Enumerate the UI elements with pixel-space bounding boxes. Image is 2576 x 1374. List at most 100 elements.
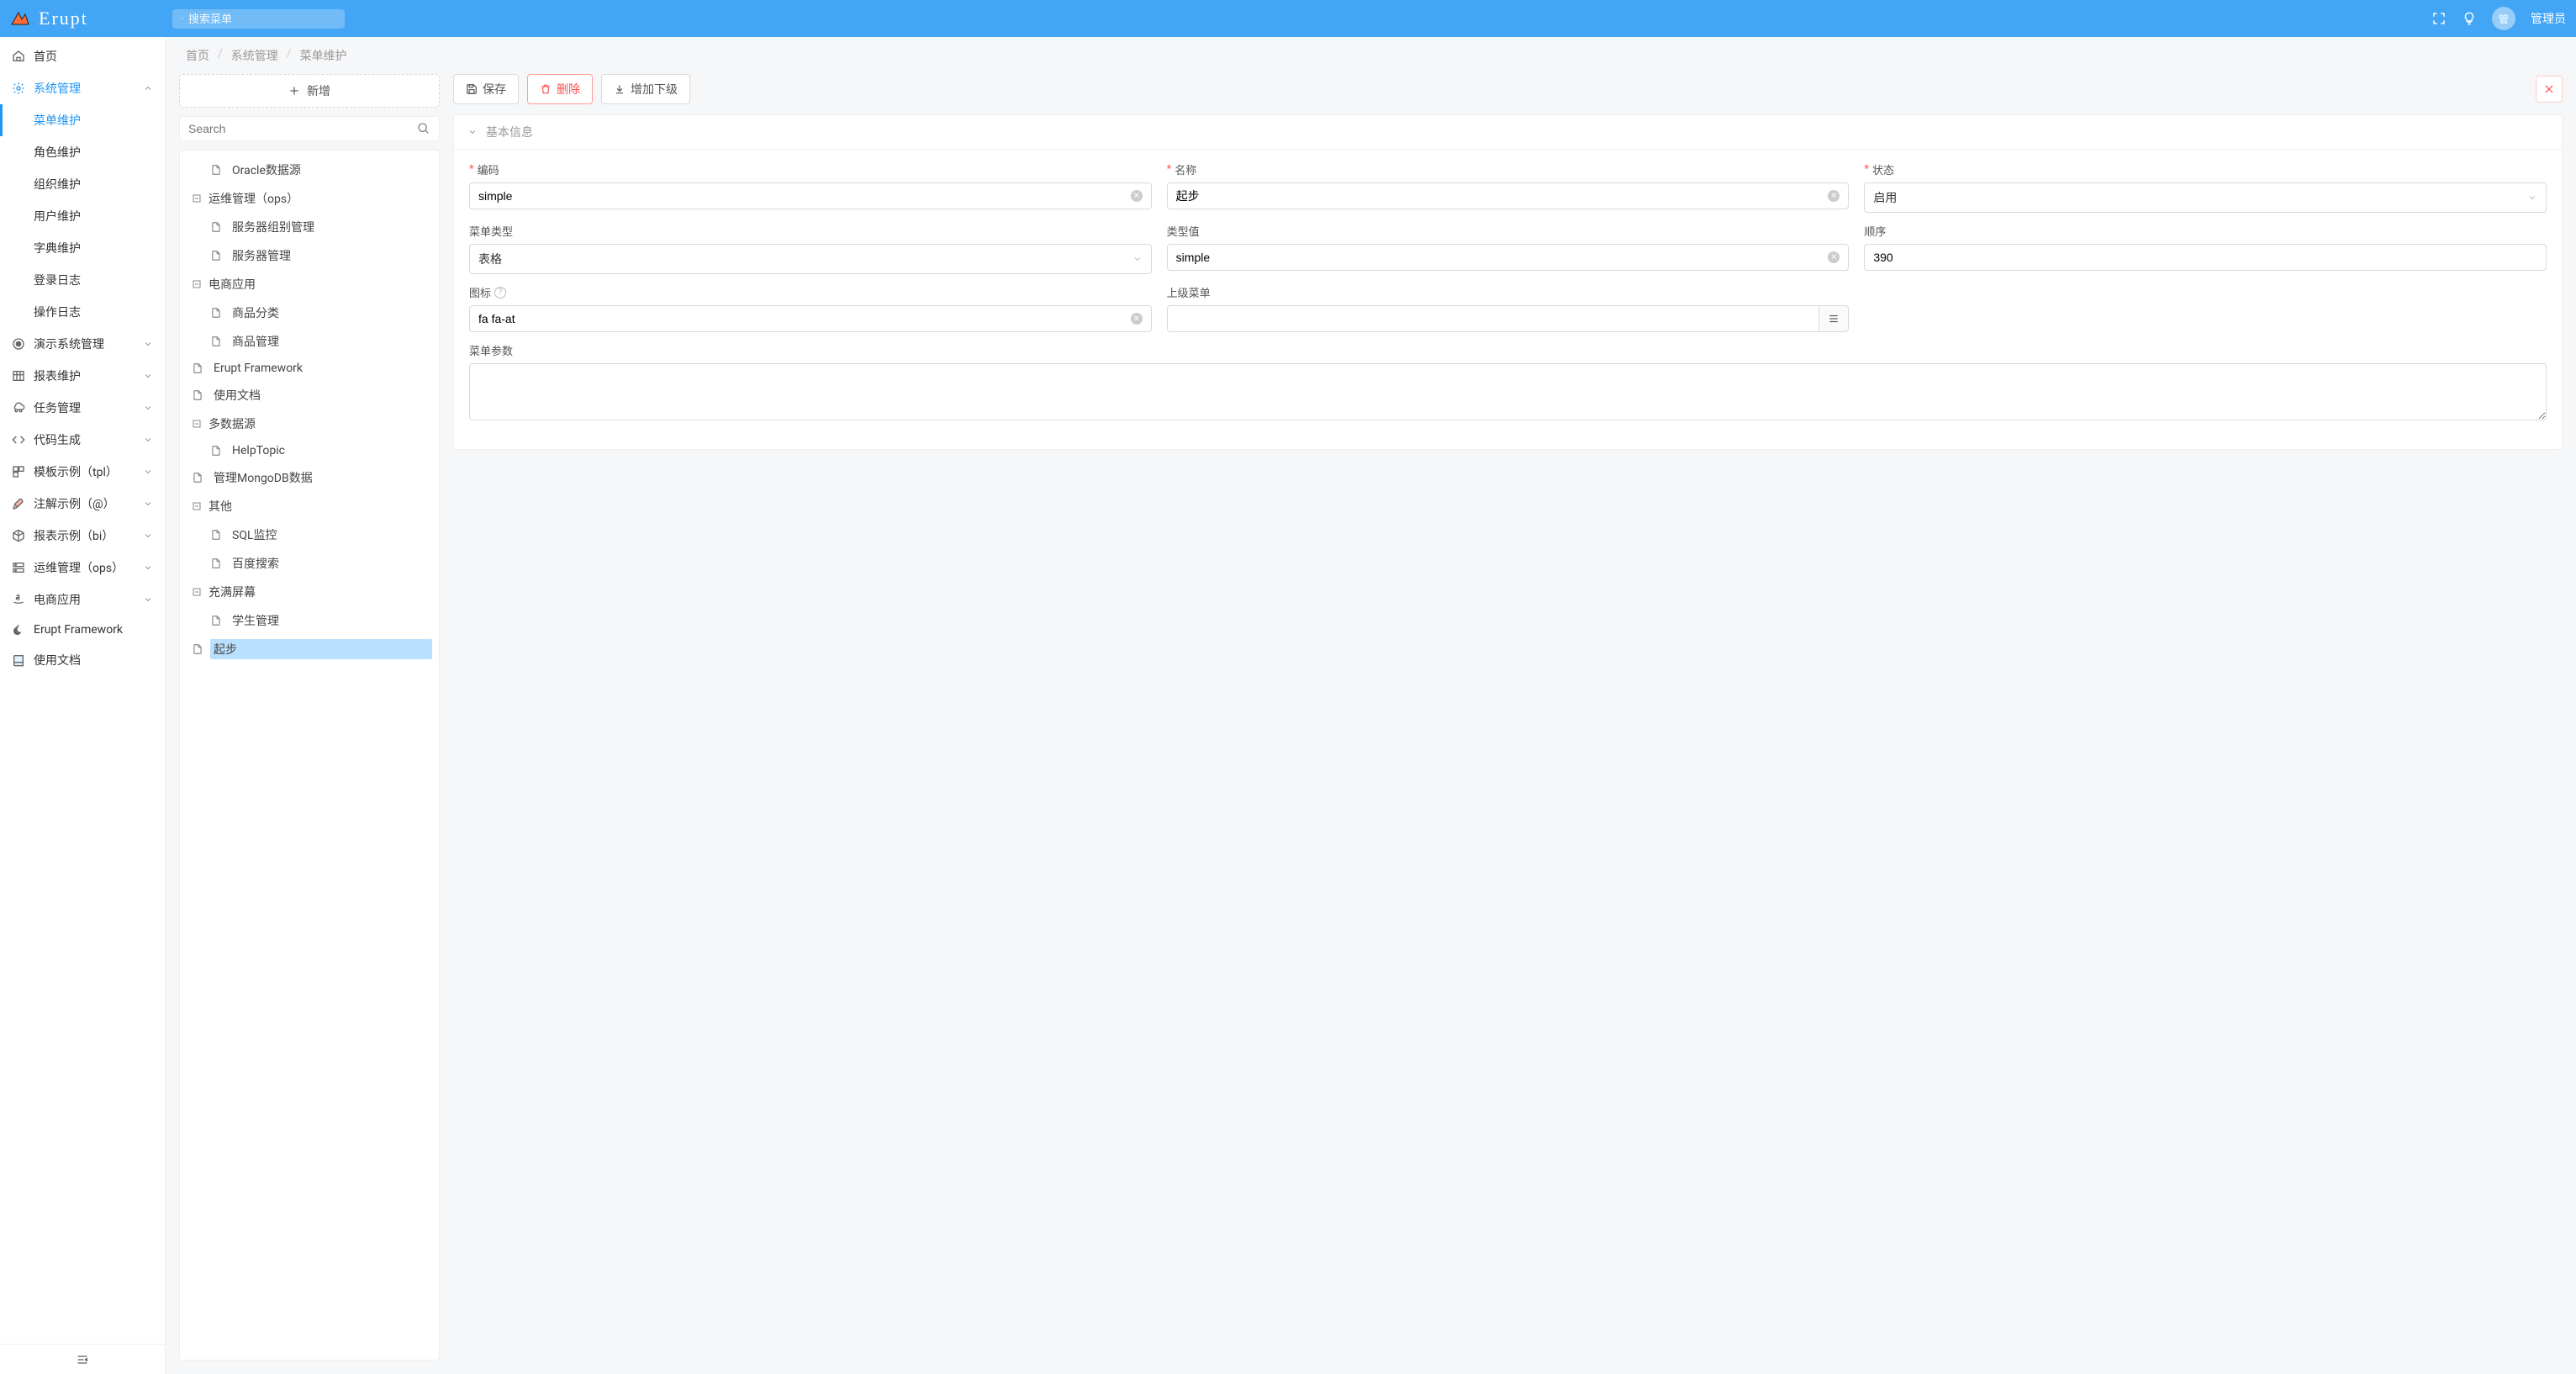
chevron-up-icon [143, 83, 153, 93]
tree-item-ecom-goods[interactable]: 商品管理 [185, 327, 434, 356]
menu-type-select[interactable]: 表格 [469, 244, 1152, 274]
tree-item-oracle[interactable]: Oracle数据源 [185, 156, 434, 184]
sidebar-codegen[interactable]: 代码生成 [0, 424, 165, 456]
collapse-icon[interactable] [192, 193, 205, 203]
collapse-icon[interactable] [192, 501, 205, 511]
tree-item-multi-ds[interactable]: 多数据源 [185, 410, 434, 438]
menu-tree[interactable]: Oracle数据源 运维管理（ops） 服务器组别管理 服务器管理 电商应用 商… [179, 150, 440, 1361]
clear-icon[interactable]: ✕ [1828, 190, 1840, 202]
package-icon [12, 529, 25, 542]
code-input[interactable] [478, 189, 1131, 203]
name-input[interactable] [1176, 189, 1829, 203]
amazon-icon [12, 593, 25, 606]
sidebar-sys-mgmt[interactable]: 系统管理 [0, 72, 165, 104]
section-header[interactable]: 基本信息 [454, 115, 2562, 150]
tree-item-server-group[interactable]: 服务器组别管理 [185, 213, 434, 241]
collapse-icon[interactable] [192, 587, 205, 597]
sidebar-ecom[interactable]: 电商应用 [0, 584, 165, 616]
sidebar-report[interactable]: 报表维护 [0, 360, 165, 392]
file-icon [210, 250, 224, 262]
breadcrumb: 首页 / 系统管理 / 菜单维护 [166, 37, 2576, 74]
crumb-sys[interactable]: 系统管理 [231, 47, 278, 64]
sidebar-user-maint[interactable]: 用户维护 [0, 200, 165, 232]
clear-icon[interactable]: ✕ [1131, 313, 1143, 325]
sidebar-dict-maint[interactable]: 字典维护 [0, 232, 165, 264]
search-icon[interactable] [417, 122, 430, 135]
type-val-field[interactable]: ✕ [1167, 244, 1850, 271]
crumb-menu[interactable]: 菜单维护 [300, 47, 347, 64]
sidebar-task[interactable]: 任务管理 [0, 392, 165, 424]
tree-item-erupt-fw[interactable]: Erupt Framework [185, 356, 434, 381]
order-field[interactable] [1864, 244, 2547, 271]
tree-item-docs[interactable]: 使用文档 [185, 381, 434, 410]
tree-item-student[interactable]: 学生管理 [185, 606, 434, 635]
tree-item-ecom-cat[interactable]: 商品分类 [185, 299, 434, 327]
tree-item-ecom[interactable]: 电商应用 [185, 270, 434, 299]
template-icon [12, 465, 25, 478]
sidebar-menu-maint[interactable]: 菜单维护 [0, 104, 165, 136]
collapse-icon[interactable] [192, 419, 205, 429]
sidebar-home[interactable]: 首页 [0, 40, 165, 72]
parent-picker-button[interactable] [1819, 305, 1849, 332]
menu-search-input[interactable] [188, 13, 336, 25]
name-field[interactable]: ✕ [1167, 182, 1850, 209]
collapse-icon[interactable] [192, 279, 205, 289]
sidebar-login-log[interactable]: 登录日志 [0, 264, 165, 296]
add-sub-button[interactable]: 增加下级 [601, 74, 690, 104]
sidebar-role-maint[interactable]: 角色维护 [0, 136, 165, 168]
icon-input[interactable] [478, 312, 1131, 325]
bulb-icon[interactable] [2462, 11, 2477, 26]
tree-search-input[interactable] [188, 122, 417, 135]
tree-item-help-topic[interactable]: HelpTopic [185, 438, 434, 463]
sidebar-docs[interactable]: 使用文档 [0, 644, 165, 676]
collapse-sidebar-icon[interactable] [76, 1353, 89, 1366]
clear-icon[interactable]: ✕ [1131, 190, 1143, 202]
parent-input[interactable] [1176, 312, 1811, 325]
sidebar-op-log[interactable]: 操作日志 [0, 296, 165, 328]
sidebar-erupt-fw[interactable]: Erupt Framework [0, 616, 165, 644]
crumb-home[interactable]: 首页 [186, 47, 209, 64]
tree-item-server[interactable]: 服务器管理 [185, 241, 434, 270]
table-icon [12, 369, 25, 383]
chevron-down-icon [143, 499, 153, 509]
tree-item-fullscreen[interactable]: 充满屏幕 [185, 578, 434, 606]
close-button[interactable] [2536, 76, 2563, 103]
tree-item-sql-mon[interactable]: SQL监控 [185, 521, 434, 549]
sidebar-ops[interactable]: 运维管理（ops） [0, 552, 165, 584]
tree-item-baidu[interactable]: 百度搜索 [185, 549, 434, 578]
tree-item-mongo[interactable]: 管理MongoDB数据 [185, 463, 434, 492]
avatar[interactable]: 管 [2492, 7, 2515, 30]
file-icon [192, 472, 205, 484]
sidebar-demo-sys[interactable]: 演示系统管理 [0, 328, 165, 360]
username[interactable]: 管理员 [2531, 10, 2566, 27]
sidebar-org-maint[interactable]: 组织维护 [0, 168, 165, 200]
params-textarea[interactable] [469, 363, 2547, 420]
sidebar-bi[interactable]: 报表示例（bi） [0, 520, 165, 552]
label-name: *名称 [1167, 161, 1850, 177]
fullscreen-icon[interactable] [2431, 11, 2447, 26]
tree-search-box[interactable] [179, 116, 440, 141]
help-icon[interactable]: ? [494, 287, 506, 299]
type-val-input[interactable] [1176, 251, 1829, 264]
save-button[interactable]: 保存 [453, 74, 519, 104]
tree-item-other[interactable]: 其他 [185, 492, 434, 521]
add-button[interactable]: 新增 [179, 74, 440, 108]
chevron-down-icon [2527, 193, 2537, 203]
status-select[interactable]: 启用 [1864, 182, 2547, 213]
download-icon [614, 83, 626, 95]
sidebar-tpl[interactable]: 模板示例（tpl） [0, 456, 165, 488]
icon-field[interactable]: ✕ [469, 305, 1152, 332]
code-field[interactable]: ✕ [469, 182, 1152, 209]
menu-search-box[interactable] [172, 9, 345, 29]
tree-item-ops[interactable]: 运维管理（ops） [185, 184, 434, 213]
brand-logo[interactable]: Erupt [10, 8, 166, 29]
file-icon [210, 164, 224, 176]
sidebar-anno[interactable]: 注解示例（@） [0, 488, 165, 520]
tree-item-start[interactable]: 起步 [185, 635, 434, 663]
parent-field[interactable] [1167, 305, 1820, 332]
flame-icon [12, 623, 25, 637]
order-input[interactable] [1873, 251, 2537, 264]
code-icon [12, 433, 25, 447]
clear-icon[interactable]: ✕ [1828, 251, 1840, 263]
delete-button[interactable]: 删除 [527, 74, 593, 104]
